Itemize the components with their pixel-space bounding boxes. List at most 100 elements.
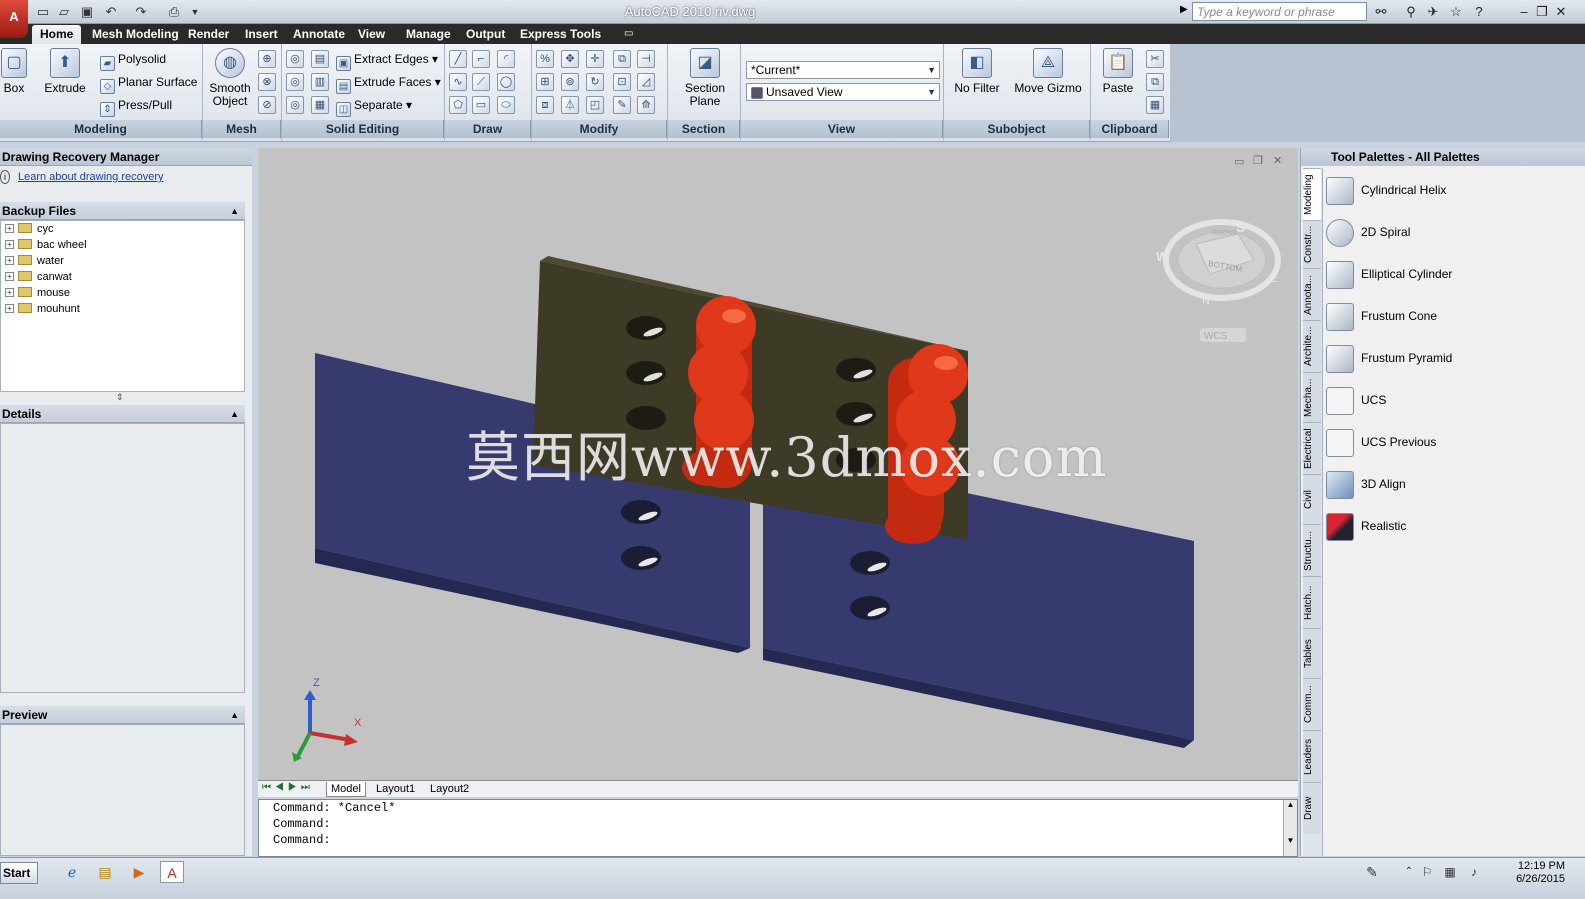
tab-model[interactable]: Model	[326, 782, 366, 797]
volume-icon[interactable]: ♪	[1462, 861, 1486, 883]
palette-tab-constraints[interactable]: Constr...	[1303, 220, 1321, 268]
arc-icon[interactable]: ◜	[497, 50, 515, 68]
spline-icon[interactable]: ∿	[449, 73, 467, 91]
collapse-icon[interactable]: ▲	[230, 202, 239, 220]
solid-edit-icon[interactable]: ▤	[311, 50, 329, 68]
tab-render[interactable]: Render	[180, 25, 237, 44]
palette-tab-modeling[interactable]: Modeling	[1303, 168, 1321, 220]
intersect-icon[interactable]: ◎	[286, 96, 304, 114]
draw-panel-label[interactable]: Draw	[445, 120, 531, 138]
command-prompt[interactable]: Command:	[259, 832, 1297, 848]
subtract-icon[interactable]: ◎	[286, 73, 304, 91]
tab-mesh-modeling[interactable]: Mesh Modeling	[84, 25, 187, 44]
tab-express-tools[interactable]: Express Tools	[512, 25, 609, 44]
palette-item-elliptical-cylinder[interactable]: Elliptical Cylinder	[1326, 257, 1576, 295]
start-button[interactable]: Start	[0, 862, 38, 884]
tab-layout2[interactable]: Layout2	[426, 782, 473, 797]
pen-tray-icon[interactable]: ✎	[1360, 861, 1384, 883]
wcs-label[interactable]: WCS	[1204, 331, 1228, 342]
polysolid-button[interactable]: ▰ Polysolid	[100, 50, 166, 71]
mirror3d-icon[interactable]: ⏃	[561, 96, 579, 114]
compass-n-label[interactable]: N	[1202, 295, 1210, 307]
mesh-tool-icon[interactable]: ⊕	[258, 50, 276, 68]
no-filter-button[interactable]: ◧ No Filter	[950, 48, 1004, 95]
help-icon[interactable]: ?	[1470, 3, 1488, 21]
tab-annotate[interactable]: Annotate	[285, 25, 353, 44]
tab-manage[interactable]: Manage	[398, 25, 459, 44]
line-icon[interactable]: ╱	[449, 50, 467, 68]
search-expand-icon[interactable]: ▶	[1180, 4, 1188, 15]
paste-button[interactable]: 📋 Paste	[1096, 48, 1140, 95]
palette-tab-hatches[interactable]: Hatch...	[1303, 576, 1321, 628]
internet-explorer-icon[interactable]: ℯ	[60, 861, 84, 883]
trim-icon[interactable]: ⊣	[637, 50, 655, 68]
favorites-icon[interactable]: ☆	[1447, 3, 1465, 21]
solid-edit-icon[interactable]: ▦	[311, 96, 329, 114]
palette-tab-tables[interactable]: Tables	[1303, 628, 1321, 678]
palette-item-ucs[interactable]: UCS	[1326, 383, 1576, 421]
viewport-close-icon[interactable]: ✕	[1273, 154, 1282, 167]
tab-view[interactable]: View	[350, 25, 393, 44]
qat-dropdown-icon[interactable]: ▼	[186, 3, 204, 21]
presspull-button[interactable]: ⇕ Press/Pull	[100, 96, 172, 117]
backup-files-header[interactable]: Backup Files ▲	[0, 202, 245, 220]
flag-icon[interactable]: ⚐	[1415, 861, 1439, 883]
section-plane-button[interactable]: ◪ Section Plane	[680, 48, 730, 108]
extract-edges-button[interactable]: ▣ Extract Edges ▾	[336, 50, 438, 71]
extrude-faces-button[interactable]: ▤ Extrude Faces ▾	[336, 73, 441, 94]
palette-tab-leaders[interactable]: Leaders	[1303, 730, 1321, 782]
viewcube-front-label[interactable]: FRONT	[1213, 230, 1238, 237]
palette-item-2d-spiral[interactable]: 2D Spiral	[1326, 215, 1576, 253]
application-menu-button[interactable]: A	[0, 0, 28, 38]
palette-item-realistic[interactable]: Realistic	[1326, 509, 1576, 547]
match-properties-icon[interactable]: ▦	[1146, 96, 1164, 114]
ray-icon[interactable]: ⟋	[472, 73, 490, 91]
expand-icon[interactable]: +	[5, 304, 14, 313]
scale-icon[interactable]: %	[536, 50, 554, 68]
palette-item-frustum-pyramid[interactable]: Frustum Pyramid	[1326, 341, 1576, 379]
search-input[interactable]: Type a keyword or phrase	[1192, 2, 1367, 21]
plot-icon[interactable]: ⎙	[165, 3, 183, 21]
compass-w-label[interactable]: W	[1156, 249, 1169, 264]
tab-home[interactable]: Home	[32, 25, 82, 44]
named-view-dropdown[interactable]: Unsaved View ▼	[746, 83, 940, 101]
new-icon[interactable]: ▭	[34, 3, 52, 21]
close-icon[interactable]: ✕	[1552, 3, 1570, 21]
preview-header[interactable]: Preview ▲	[0, 706, 245, 724]
binoculars-icon[interactable]: ⚯	[1372, 3, 1390, 21]
array-icon[interactable]: ⊞	[536, 73, 554, 91]
palette-item-frustum-cone[interactable]: Frustum Cone	[1326, 299, 1576, 337]
view-panel-label[interactable]: View	[741, 120, 943, 138]
palette-item-cylindrical-helix[interactable]: Cylindrical Helix	[1326, 173, 1576, 211]
palette-tab-structural[interactable]: Structu...	[1303, 524, 1321, 576]
explode-icon[interactable]: ⟰	[637, 96, 655, 114]
palette-item-3d-align[interactable]: 3D Align	[1326, 467, 1576, 505]
palette-tab-command[interactable]: Comm...	[1303, 678, 1321, 730]
system-clock[interactable]: 12:19 PM 6/26/2015	[1485, 860, 1565, 886]
palette-tab-electrical[interactable]: Electrical	[1303, 422, 1321, 474]
rotate-icon[interactable]: ↻	[586, 73, 604, 91]
mesh-tool-icon[interactable]: ⊗	[258, 73, 276, 91]
expand-icon[interactable]: +	[5, 224, 14, 233]
collapse-icon[interactable]: ▲	[230, 405, 239, 423]
backup-file-item[interactable]: + water	[1, 253, 244, 269]
tab-output[interactable]: Output	[458, 25, 513, 44]
modeling-panel-label[interactable]: Modeling	[0, 120, 202, 138]
circle-icon[interactable]: ◯	[497, 73, 515, 91]
offset-icon[interactable]: ◰	[586, 96, 604, 114]
mesh-tool-icon[interactable]: ⊘	[258, 96, 276, 114]
erase-icon[interactable]: ✎	[613, 96, 631, 114]
viewport-restore-icon[interactable]: ❐	[1253, 154, 1263, 167]
save-icon[interactable]: ▣	[78, 3, 96, 21]
command-window[interactable]: Command: *Cancel* Command: Command: ▲ ▼	[258, 799, 1298, 857]
redo-icon[interactable]: ↷	[132, 3, 150, 21]
explorer-folder-icon[interactable]: ▤	[93, 861, 117, 883]
network-icon[interactable]: ▦	[1438, 861, 1462, 883]
polygon-icon[interactable]: ⬠	[449, 96, 467, 114]
autocad-taskbar-icon[interactable]: A	[160, 861, 184, 883]
mesh-panel-label[interactable]: Mesh	[203, 120, 281, 138]
palette-tab-architectural[interactable]: Archite...	[1303, 320, 1321, 372]
align-icon[interactable]: ⊚	[561, 73, 579, 91]
move-icon[interactable]: ✛	[586, 50, 604, 68]
copy-icon[interactable]: ⧉	[613, 50, 631, 68]
